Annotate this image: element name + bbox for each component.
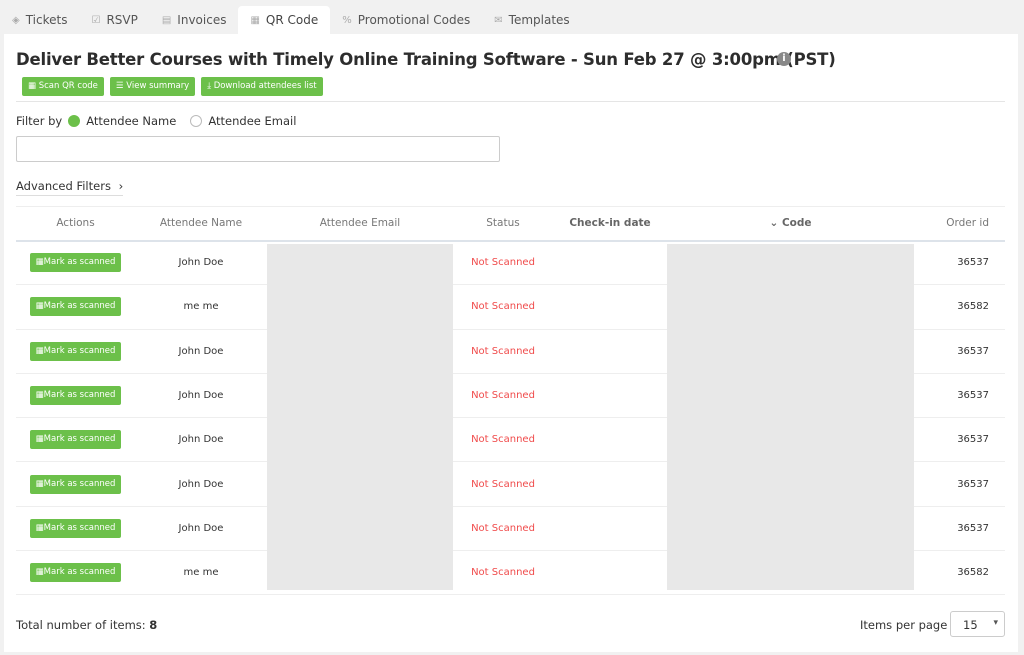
mark-as-scanned-button[interactable]: ▦Mark as scanned bbox=[29, 518, 122, 538]
page-title: Deliver Better Courses with Timely Onlin… bbox=[16, 50, 836, 69]
status: Not Scanned bbox=[453, 329, 553, 374]
status: Not Scanned bbox=[453, 550, 553, 596]
status: Not Scanned bbox=[453, 373, 553, 419]
mark-as-scanned-button[interactable]: ▦Mark as scanned bbox=[29, 253, 122, 273]
redacted-code-column bbox=[667, 244, 914, 590]
attendee-name: John Doe bbox=[135, 329, 267, 374]
qr-icon: ▦ bbox=[35, 478, 44, 489]
attendee-name: John Doe bbox=[135, 240, 267, 286]
tab-tickets[interactable]: ◈ Tickets bbox=[0, 6, 79, 34]
qr-icon: ▦ bbox=[35, 522, 44, 533]
document-icon: ▤ bbox=[161, 14, 172, 26]
advanced-filters-toggle[interactable]: Advanced Filters › bbox=[16, 179, 124, 196]
tab-rsvp[interactable]: ☑ RSVP bbox=[79, 6, 149, 34]
status: Not Scanned bbox=[453, 284, 553, 330]
col-actions: Actions bbox=[16, 206, 135, 242]
status: Not Scanned bbox=[453, 240, 553, 286]
tab-templates[interactable]: ✉ Templates bbox=[482, 6, 581, 34]
attendee-name: John Doe bbox=[135, 461, 267, 507]
order-id: 36537 bbox=[914, 461, 1005, 507]
mark-as-scanned-button[interactable]: ▦Mark as scanned bbox=[29, 430, 122, 450]
checkbox-icon: ☑ bbox=[91, 14, 101, 26]
tab-qr-code[interactable]: ▦ QR Code bbox=[238, 6, 331, 34]
info-icon[interactable]: i bbox=[777, 52, 791, 66]
mark-as-scanned-button[interactable]: ▦Mark as scanned bbox=[29, 297, 122, 317]
order-id: 36582 bbox=[914, 284, 1005, 330]
checkin-date bbox=[553, 373, 667, 419]
checkin-date bbox=[553, 550, 667, 596]
list-icon: ☰ bbox=[115, 81, 127, 91]
envelope-icon: ✉ bbox=[494, 14, 503, 26]
order-id: 36537 bbox=[914, 329, 1005, 374]
total-items: Total number of items: 8 bbox=[16, 618, 158, 632]
qr-icon: ▦ bbox=[250, 14, 260, 26]
col-status[interactable]: Status bbox=[453, 206, 553, 242]
radio-attendee-name[interactable] bbox=[68, 115, 81, 127]
tab-invoices[interactable]: ▤ Invoices bbox=[150, 6, 239, 34]
order-id: 36537 bbox=[914, 373, 1005, 419]
main-panel: Deliver Better Courses with Timely Onlin… bbox=[4, 34, 1018, 652]
divider bbox=[16, 101, 1005, 102]
radio-label-email: Attendee Email bbox=[208, 114, 297, 128]
checkin-date bbox=[553, 284, 667, 330]
download-attendees-button[interactable]: ⤓ Download attendees list bbox=[201, 77, 323, 96]
scan-qr-button[interactable]: ▦ Scan QR code bbox=[22, 77, 104, 96]
col-order[interactable]: Order id bbox=[914, 206, 1005, 242]
checkin-date bbox=[553, 240, 667, 286]
qr-icon: ▦ bbox=[35, 390, 44, 401]
radio-label-name: Attendee Name bbox=[86, 114, 177, 128]
order-id: 36537 bbox=[914, 417, 1005, 463]
chevron-down-icon: ▾ bbox=[993, 618, 998, 628]
view-summary-button[interactable]: ☰ View summary bbox=[109, 77, 196, 96]
chevron-right-icon: › bbox=[118, 179, 124, 193]
tab-promotional-codes[interactable]: % Promotional Codes bbox=[330, 6, 482, 34]
col-code[interactable]: ⌄ Code bbox=[667, 206, 914, 242]
qr-icon: ▦ bbox=[35, 434, 44, 445]
qr-icon: ▦ bbox=[28, 81, 39, 91]
tag-icon: ◈ bbox=[12, 14, 20, 26]
search-input[interactable] bbox=[16, 136, 500, 162]
mark-as-scanned-button[interactable]: ▦Mark as scanned bbox=[29, 386, 122, 406]
items-per-page-select[interactable]: 15 ▾ bbox=[950, 611, 1005, 637]
tab-bar: ◈ Tickets ☑ RSVP ▤ Invoices ▦ QR Code% Promotion… bbox=[0, 6, 582, 34]
filter-label: Filter by bbox=[16, 114, 63, 128]
qr-icon: ▦ bbox=[35, 567, 44, 578]
redacted-email-column bbox=[267, 244, 453, 590]
status: Not Scanned bbox=[453, 506, 553, 552]
mark-as-scanned-button[interactable]: ▦Mark as scanned bbox=[29, 563, 122, 583]
qr-icon: ▦ bbox=[35, 301, 44, 312]
percent-icon: % bbox=[342, 14, 352, 26]
items-per-page-label: Items per page bbox=[860, 618, 948, 632]
status: Not Scanned bbox=[453, 461, 553, 507]
mark-as-scanned-button[interactable]: ▦Mark as scanned bbox=[29, 341, 122, 361]
attendee-name: John Doe bbox=[135, 417, 267, 463]
order-id: 36537 bbox=[914, 506, 1005, 552]
col-checkin[interactable]: Check-in date bbox=[553, 206, 667, 242]
order-id: 36582 bbox=[914, 550, 1005, 596]
qr-icon: ▦ bbox=[35, 345, 44, 356]
checkin-date bbox=[553, 461, 667, 507]
order-id: 36537 bbox=[914, 240, 1005, 286]
attendee-name: John Doe bbox=[135, 506, 267, 552]
radio-attendee-email[interactable] bbox=[190, 115, 203, 127]
attendee-name: me me bbox=[135, 550, 267, 596]
chevron-down-icon: ⌄ bbox=[769, 217, 782, 230]
qr-icon: ▦ bbox=[35, 257, 44, 268]
checkin-date bbox=[553, 329, 667, 374]
mark-as-scanned-button[interactable]: ▦Mark as scanned bbox=[29, 474, 122, 494]
attendee-name: me me bbox=[135, 284, 267, 330]
attendee-name: John Doe bbox=[135, 373, 267, 419]
col-email[interactable]: Attendee Email bbox=[267, 206, 453, 242]
checkin-date bbox=[553, 417, 667, 463]
checkin-date bbox=[553, 506, 667, 552]
col-name[interactable]: Attendee Name bbox=[135, 206, 267, 242]
status: Not Scanned bbox=[453, 417, 553, 463]
